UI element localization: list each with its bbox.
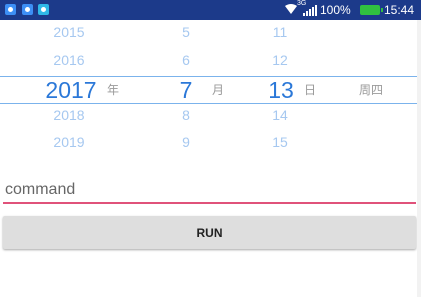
selected-day[interactable]: 13	[264, 76, 298, 104]
status-bar: 3G 100% 15:44	[0, 0, 421, 20]
year-option[interactable]: 2015	[36, 22, 102, 42]
month-option[interactable]: 6	[167, 50, 205, 70]
day-unit-label: 日	[304, 83, 317, 97]
day-option[interactable]: 11	[260, 22, 300, 42]
weekday-label: 周四	[359, 83, 384, 97]
day-option[interactable]: 14	[260, 105, 300, 125]
battery-percentage: 100%	[320, 3, 351, 17]
month-option[interactable]: 9	[167, 132, 205, 152]
selected-year[interactable]: 2017	[40, 76, 102, 104]
month-option[interactable]: 8	[167, 105, 205, 125]
selected-month[interactable]: 7	[175, 76, 197, 104]
battery-icon	[360, 5, 383, 15]
year-option[interactable]: 2019	[36, 132, 102, 152]
app-notification-icon	[5, 4, 16, 15]
app-notification-icon	[38, 4, 49, 15]
day-option[interactable]: 12	[260, 50, 300, 70]
month-unit-label: 月	[212, 83, 225, 97]
command-input[interactable]	[3, 178, 416, 204]
month-option[interactable]: 5	[167, 22, 205, 42]
date-picker[interactable]: 2015 2016 2018 2019 5 6 8 9 11 12 14 15 …	[0, 20, 421, 160]
clock-time: 15:44	[384, 3, 415, 17]
year-option[interactable]: 2016	[36, 50, 102, 70]
day-option[interactable]: 15	[260, 132, 300, 152]
message-notification-icon	[22, 4, 33, 15]
signal-icon	[303, 5, 317, 16]
run-button[interactable]: RUN	[3, 216, 416, 249]
screen-edge	[417, 20, 421, 297]
year-unit-label: 年	[107, 83, 120, 97]
wifi-icon	[284, 3, 298, 17]
year-option[interactable]: 2018	[36, 105, 102, 125]
